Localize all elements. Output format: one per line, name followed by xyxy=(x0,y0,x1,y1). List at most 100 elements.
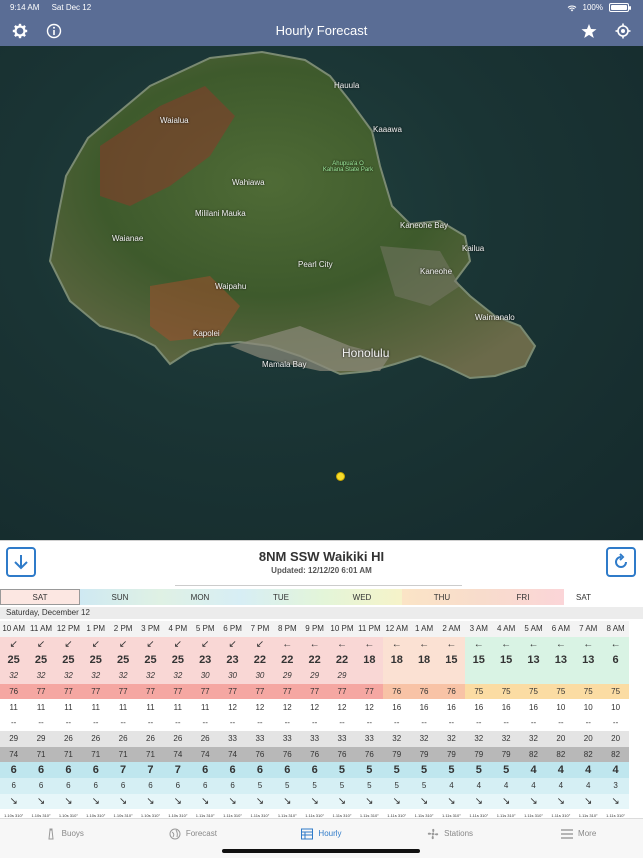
hour-cell: 1 AM xyxy=(410,621,438,637)
value-cell: 11 xyxy=(0,699,28,716)
value-cell: 71 xyxy=(27,746,55,763)
swell-direction-cell: ↘ xyxy=(328,793,356,810)
wind-speed-cell: 22 xyxy=(246,652,274,669)
day-tab[interactable]: SAT xyxy=(564,589,603,605)
wave-height-cell: 6 xyxy=(246,762,274,778)
value-cell: 32 xyxy=(410,730,438,747)
wave-height-cell: 5 xyxy=(410,762,438,778)
wind-speed-cell: 18 xyxy=(410,652,438,669)
tab-buoys[interactable]: Buoys xyxy=(0,819,129,858)
hour-cell: 11 PM xyxy=(355,621,384,637)
wind-speed-cell: 23 xyxy=(191,652,219,669)
wind-direction-cell: ← xyxy=(300,636,329,653)
hourly-table[interactable]: 10 AM 11 AM 12 PM 1 PM 2 PM 3 PM 4 PM 5 PM 6 PM 7… xyxy=(0,621,643,828)
temperature-cell: 75 xyxy=(492,683,520,700)
wind-gust-cell xyxy=(383,668,411,684)
wind-direction-cell: ← xyxy=(410,636,438,653)
wind-direction-cell: ↙ xyxy=(218,636,247,653)
day-tab[interactable]: WED xyxy=(322,589,402,605)
temperature-cell: 77 xyxy=(191,683,219,700)
wave-period-cell: 6 xyxy=(164,777,192,794)
value-cell: 33 xyxy=(355,730,384,747)
station-name: 8NM SSW Waikiki HI xyxy=(258,549,385,564)
temperature-cell: 76 xyxy=(410,683,438,700)
satellite-map[interactable]: Hauula Waialua Kaaawa Ahupua'a O Kahana … xyxy=(0,46,643,540)
temperature-cell: 77 xyxy=(273,683,301,700)
value-cell: 33 xyxy=(246,730,274,747)
wind-speed-cell: 15 xyxy=(437,652,466,669)
table-icon xyxy=(301,828,314,839)
hour-cell: 1 PM xyxy=(82,621,110,637)
value-cell: 16 xyxy=(437,699,466,716)
value-cell: 33 xyxy=(300,730,329,747)
day-tab[interactable]: FRI xyxy=(482,589,564,605)
wave-period-cell: 4 xyxy=(465,777,493,794)
wave-height-cell: 7 xyxy=(164,762,192,778)
temperature-cell: 75 xyxy=(547,683,575,700)
wave-period-cell: 5 xyxy=(246,777,274,794)
value-cell: 10 xyxy=(574,699,602,716)
wave-period-cell: 6 xyxy=(0,777,28,794)
value-cell: 16 xyxy=(383,699,411,716)
hour-cell: 7 AM xyxy=(574,621,602,637)
hour-cell: 8 AM xyxy=(601,621,630,637)
value-cell: 76 xyxy=(246,746,274,763)
lighthouse-icon xyxy=(48,828,54,839)
temperature-cell: 77 xyxy=(218,683,247,700)
day-tab[interactable]: SUN xyxy=(80,589,160,605)
temperature-cell: 77 xyxy=(27,683,55,700)
value-cell: 12 xyxy=(328,699,356,716)
wind-speed-cell: 13 xyxy=(574,652,602,669)
date-label: Saturday, December 12 xyxy=(0,607,643,619)
value-cell: -- xyxy=(410,715,438,731)
wind-gust-cell xyxy=(547,668,575,684)
table-row: 10 AM 11 AM 12 PM 1 PM 2 PM 3 PM 4 PM 5 PM 6 PM 7… xyxy=(0,621,643,637)
value-cell: 71 xyxy=(54,746,83,763)
wave-height-cell: 7 xyxy=(136,762,165,778)
value-cell: -- xyxy=(601,715,630,731)
hour-cell: 8 PM xyxy=(273,621,301,637)
temperature-cell: 75 xyxy=(601,683,630,700)
wave-period-cell: 5 xyxy=(355,777,384,794)
map-label: Kailua xyxy=(462,244,485,253)
day-tab[interactable]: THU xyxy=(402,589,482,605)
value-cell: 16 xyxy=(410,699,438,716)
value-cell: 29 xyxy=(27,730,55,747)
value-cell: 20 xyxy=(574,730,602,747)
wind-gust-cell: 32 xyxy=(0,668,28,684)
wind-gust-cell: 30 xyxy=(218,668,247,684)
swell-direction-cell: ↘ xyxy=(27,793,55,810)
swell-direction-cell: ↘ xyxy=(355,793,384,810)
value-cell: 26 xyxy=(164,730,192,747)
locate-button[interactable] xyxy=(614,22,632,40)
temperature-cell: 77 xyxy=(300,683,329,700)
wind-speed-cell: 25 xyxy=(82,652,110,669)
wave-period-cell: 6 xyxy=(218,777,247,794)
value-cell: -- xyxy=(246,715,274,731)
day-tab[interactable]: TUE xyxy=(240,589,322,605)
wave-height-cell: 4 xyxy=(574,762,602,778)
wave-height-cell: 6 xyxy=(0,762,28,778)
value-cell: -- xyxy=(27,715,55,731)
table-row: 66666666655555554444443 xyxy=(0,777,643,794)
value-cell: 82 xyxy=(601,746,630,763)
temperature-cell: 76 xyxy=(0,683,28,700)
value-cell: -- xyxy=(574,715,602,731)
tab-label: More xyxy=(578,829,597,838)
hour-cell: 2 PM xyxy=(109,621,137,637)
table-row: 32 32 32 32 32 32 32 30 30 30 29 29 29 xyxy=(0,668,643,684)
swell-direction-cell: ↘ xyxy=(574,793,602,810)
day-tab[interactable]: MON xyxy=(160,589,240,605)
wind-gust-cell xyxy=(437,668,466,684)
table-row: -- -- -- -- -- -- -- -- -- -- -- -- -- -- -- -- -- -- -- --… xyxy=(0,715,643,731)
day-tab[interactable]: SAT xyxy=(0,589,80,605)
day-selector: SAT SUN MON TUE WED THU FRI SAT xyxy=(0,589,643,605)
wave-height-cell: 7 xyxy=(109,762,137,778)
refresh-button[interactable] xyxy=(606,547,636,577)
buoy-marker[interactable] xyxy=(336,472,345,481)
favorite-button[interactable] xyxy=(580,22,598,40)
wind-speed-cell: 25 xyxy=(27,652,55,669)
hour-cell: 5 AM xyxy=(519,621,548,637)
forecast-panel: 8NM SSW Waikiki HI Updated: 12/12/20 6:0… xyxy=(0,540,643,828)
tab-more[interactable]: More xyxy=(514,819,643,858)
